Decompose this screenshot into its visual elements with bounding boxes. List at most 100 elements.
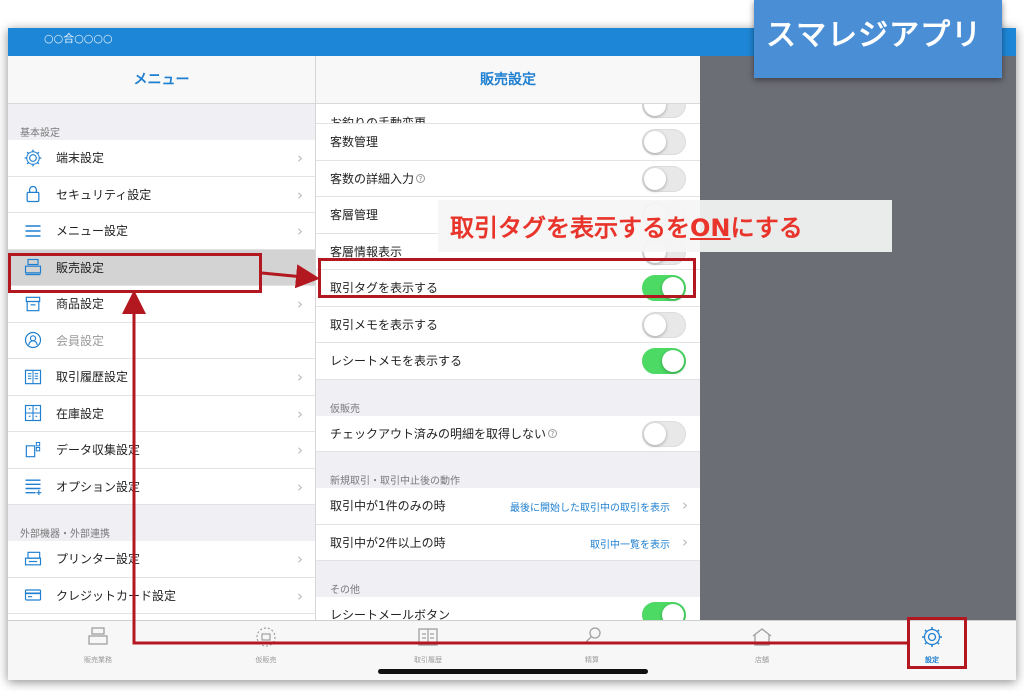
setting-label: 客数管理: [330, 135, 379, 150]
sales-settings-pane: 販売設定 お釣りの手動変更 客数管理 客数の詳細入力 ? 客層管理 客層情報表示…: [316, 56, 700, 620]
highlight-sales-menu: [8, 253, 262, 293]
company-name: ○○合○○○○: [44, 32, 113, 45]
chevron-right-icon: ›: [297, 185, 303, 204]
setting-row-receipt-mail[interactable]: レシートメールボタン: [316, 597, 700, 620]
setting-toggle[interactable]: [642, 104, 686, 118]
setting-label: お釣りの手動変更: [330, 116, 427, 124]
sidebar-item-label: 在庫設定: [56, 406, 105, 421]
box-icon: [20, 293, 46, 315]
tab-label: 店舗: [755, 656, 769, 664]
sidebar-item-label: セキュリティ設定: [56, 187, 152, 202]
tab-sales[interactable]: 販売業務: [38, 625, 158, 669]
tab-bar: 販売業務 仮販売 取引履歴 精算 店舗 設定: [8, 620, 1016, 680]
data-collection-icon: [20, 439, 46, 461]
settings-sidebar: メニュー 基本設定 端末設定 › セキュリティ設定 › メニュー設定 › 販売設…: [8, 56, 316, 620]
help-icon[interactable]: ?: [548, 428, 558, 438]
tab-label: 取引履歴: [414, 656, 442, 664]
setting-toggle[interactable]: [642, 602, 686, 620]
sidebar-item-label: オプション設定: [56, 479, 141, 494]
chevron-right-icon: ›: [297, 550, 303, 568]
sidebar-item-history[interactable]: 取引履歴設定 ›: [8, 359, 315, 396]
group-header-after-transaction: 新規取引・取引中止後の動作: [330, 476, 460, 487]
sidebar-title: メニュー: [8, 56, 315, 104]
sidebar-item-terminal[interactable]: 端末設定 ›: [8, 140, 315, 177]
sidebar-item-security[interactable]: セキュリティ設定 ›: [8, 176, 315, 213]
setting-row-customer-detail[interactable]: 客数の詳細入力 ?: [316, 160, 700, 197]
setting-toggle[interactable]: [642, 420, 686, 447]
register-icon: [38, 625, 158, 651]
store-icon: [702, 625, 822, 651]
setting-row-change[interactable]: お釣りの手動変更: [316, 104, 700, 124]
sidebar-item-label: 商品設定: [56, 297, 105, 312]
menu-lines-icon: [20, 220, 46, 242]
section-header-basic: 基本設定: [8, 104, 315, 140]
setting-value: 取引中一覧を表示: [590, 539, 670, 551]
home-indicator[interactable]: [378, 669, 648, 674]
chevron-right-icon: ›: [297, 368, 303, 386]
setting-label: 客数の詳細入力: [330, 171, 415, 186]
group-header-other: その他: [330, 585, 360, 596]
sidebar-item-inventory[interactable]: 在庫設定 ›: [8, 395, 315, 432]
sidebar-item-member[interactable]: 会員設定: [8, 322, 315, 359]
tab-label: 仮販売: [255, 656, 277, 664]
detail-pane: [700, 56, 1016, 620]
ipad-screen: ○○合○○○○ メニュー 基本設定 端末設定 › セキュリティ設定 › メニュー…: [8, 28, 1016, 680]
setting-row-receipt-memo[interactable]: レシートメモを表示する: [316, 343, 700, 380]
chevron-right-icon: ›: [297, 295, 303, 313]
section-header-external: 外部機器・外部連携: [8, 505, 315, 541]
setting-toggle[interactable]: [642, 348, 686, 374]
chevron-right-icon: ›: [297, 586, 303, 605]
sidebar-item-label: 取引履歴設定: [56, 370, 129, 385]
gear-icon: [20, 147, 46, 169]
credit-card-icon: [20, 584, 46, 606]
tab-store[interactable]: 店舗: [702, 625, 822, 669]
member-icon: [20, 329, 46, 351]
callout-text: 取引タグを表示するをONにする: [450, 208, 803, 243]
setting-label: 取引中が1件のみの時: [330, 499, 446, 514]
setting-toggle[interactable]: [642, 129, 686, 155]
printer-icon: [20, 548, 46, 570]
sidebar-item-menu[interactable]: メニュー設定 ›: [8, 213, 315, 250]
sidebar-item-data-collection[interactable]: データ収集設定 ›: [8, 432, 315, 469]
setting-label: レシートメモを表示する: [330, 354, 463, 369]
setting-row-checkout-items[interactable]: チェックアウト済みの明細を取得しない ?: [316, 415, 700, 452]
help-icon[interactable]: ?: [416, 173, 426, 183]
sidebar-item-label: 会員設定: [56, 333, 105, 348]
chevron-right-icon: ›: [297, 404, 303, 423]
tab-settlement[interactable]: 精算: [532, 625, 652, 669]
setting-row-multiple-pending[interactable]: 取引中が2件以上の時 取引中一覧を表示 ›: [316, 524, 700, 561]
group-header-provisional: 仮販売: [330, 403, 360, 415]
tab-label: 精算: [585, 656, 599, 664]
option-list-icon: [20, 475, 46, 497]
chevron-right-icon: ›: [297, 477, 303, 496]
sidebar-item-printer[interactable]: プリンター設定 ›: [8, 541, 315, 578]
sidebar-item-label: プリンター設定: [56, 552, 141, 567]
setting-row-transaction-memo[interactable]: 取引メモを表示する: [316, 306, 700, 343]
setting-label: 取引中が2件以上の時: [330, 535, 446, 550]
callout-text-after: にする: [730, 214, 803, 242]
tab-provisional[interactable]: 仮販売: [206, 625, 326, 669]
chevron-right-icon: ›: [682, 496, 688, 514]
setting-toggle[interactable]: [642, 311, 686, 338]
setting-label: 取引メモを表示する: [330, 317, 439, 332]
pane-title: 販売設定: [316, 56, 700, 104]
brand-badge: スマレジアプリ: [754, 0, 1002, 78]
setting-label: レシートメールボタン: [330, 608, 451, 620]
chevron-right-icon: ›: [297, 441, 303, 459]
chevron-right-icon: ›: [297, 222, 303, 240]
chevron-right-icon: ›: [682, 532, 688, 551]
inventory-icon: [20, 402, 46, 424]
setting-label: 客層管理: [330, 208, 379, 223]
setting-toggle[interactable]: [642, 165, 686, 192]
setting-row-single-pending[interactable]: 取引中が1件のみの時 最後に開始した取引中の取引を表示 ›: [316, 488, 700, 525]
chevron-right-icon: ›: [297, 149, 303, 167]
setting-row-customer-count[interactable]: 客数管理: [316, 124, 700, 161]
key-icon: [532, 625, 652, 651]
tab-history[interactable]: 取引履歴: [368, 625, 488, 669]
sidebar-item-credit-card[interactable]: クレジットカード設定 ›: [8, 577, 315, 614]
setting-value: 最後に開始した取引中の取引を表示: [510, 503, 670, 514]
instruction-callout: 取引タグを表示するをONにする: [438, 200, 892, 252]
sidebar-item-option[interactable]: オプション設定 ›: [8, 468, 315, 505]
book-icon: [20, 366, 46, 388]
callout-text-on: ON: [690, 214, 731, 242]
